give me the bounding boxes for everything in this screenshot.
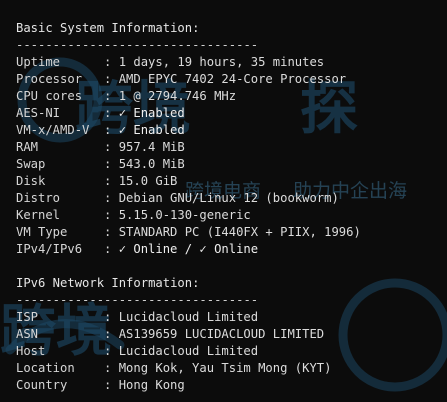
info-label: Uptime — [16, 55, 61, 69]
info-row-kernel: Kernel: 5.15.0-130-generic — [16, 207, 361, 224]
separator: : — [104, 344, 119, 358]
info-row-swap: Swap: 543.0 MiB — [16, 156, 361, 173]
info-label: AES-NI — [16, 106, 61, 120]
info-row-ram: RAM: 957.4 MiB — [16, 139, 361, 156]
info-row-asn: ASN: AS139659 LUCIDACLOUD LIMITED — [16, 326, 361, 343]
info-value: 1 days, 19 hours, 35 minutes — [118, 55, 325, 69]
info-value: ✓ Online / ✓ Online — [118, 242, 259, 256]
info-label: Processor — [16, 72, 83, 86]
separator: : — [104, 361, 119, 375]
section-title-basic: Basic System Information: — [16, 21, 200, 35]
info-value: 15.0 GiB — [118, 174, 178, 188]
info-label: Swap — [16, 157, 46, 171]
separator: : — [104, 225, 119, 239]
info-label: ISP — [16, 310, 39, 324]
info-value: Debian GNU/Linux 12 (bookworm) — [118, 191, 339, 205]
separator: : — [104, 191, 119, 205]
info-row-host: Host: Lucidacloud Limited — [16, 343, 361, 360]
separator: : — [104, 106, 119, 120]
info-label: Distro — [16, 191, 61, 205]
info-value: 957.4 MiB — [118, 140, 185, 154]
info-row-cpu-cores: CPU cores: 1 @ 2794.746 MHz — [16, 88, 361, 105]
separator: : — [104, 378, 119, 392]
separator: : — [104, 55, 119, 69]
info-label: Country — [16, 378, 68, 392]
separator: : — [104, 174, 119, 188]
info-label: CPU cores — [16, 89, 83, 103]
info-value: ✓ Enabled — [118, 123, 185, 137]
info-value: Lucidacloud Limited — [118, 344, 259, 358]
info-row-isp: ISP: Lucidacloud Limited — [16, 309, 361, 326]
separator: : — [104, 89, 119, 103]
info-value: STANDARD PC (I440FX + PIIX, 1996) — [118, 225, 361, 239]
info-row-vm-type: VM Type: STANDARD PC (I440FX + PIIX, 199… — [16, 224, 361, 241]
info-row-aes-ni: AES-NI: ✓ Enabled — [16, 105, 361, 122]
info-label: Host — [16, 344, 46, 358]
info-value: AMD EPYC 7402 24-Core Processor — [118, 72, 347, 86]
info-label: VM Type — [16, 225, 68, 239]
terminal-output: Basic System Information: --------------… — [16, 20, 361, 394]
info-label: RAM — [16, 140, 39, 154]
info-row-uptime: Uptime: 1 days, 19 hours, 35 minutes — [16, 54, 361, 71]
terminal-window: 跨境 探 跨境 跨境电商 助力中企出海 Basic System Informa… — [0, 0, 447, 402]
info-label: ASN — [16, 327, 39, 341]
separator: : — [104, 123, 119, 137]
section-title-network: IPv6 Network Information: — [16, 276, 200, 290]
separator: : — [104, 72, 119, 86]
info-label: Kernel — [16, 208, 61, 222]
separator: : — [104, 242, 119, 256]
info-value: ✓ Enabled — [118, 106, 185, 120]
separator: : — [104, 140, 119, 154]
info-row-vm-x: VM-x/AMD-V: ✓ Enabled — [16, 122, 361, 139]
info-row-disk: Disk: 15.0 GiB — [16, 173, 361, 190]
info-label: Location — [16, 361, 75, 375]
separator: : — [104, 157, 119, 171]
info-row-location: Location: Mong Kok, Yau Tsim Mong (KYT) — [16, 360, 361, 377]
info-value: Lucidacloud Limited — [118, 310, 259, 324]
divider: --------------------------------- — [16, 38, 259, 52]
separator: : — [104, 327, 119, 341]
info-value: Hong Kong — [118, 378, 185, 392]
info-label: VM-x/AMD-V — [16, 123, 90, 137]
info-row-ipv4-ipv6: IPv4/IPv6: ✓ Online / ✓ Online — [16, 241, 361, 258]
info-value: 543.0 MiB — [118, 157, 185, 171]
info-value: AS139659 LUCIDACLOUD LIMITED — [118, 327, 325, 341]
info-row-distro: Distro: Debian GNU/Linux 12 (bookworm) — [16, 190, 361, 207]
separator: : — [104, 310, 119, 324]
info-label: Disk — [16, 174, 46, 188]
info-value: 5.15.0-130-generic — [118, 208, 251, 222]
info-value: 1 @ 2794.746 MHz — [118, 89, 237, 103]
info-value: Mong Kok, Yau Tsim Mong (KYT) — [118, 361, 332, 375]
info-row-country: Country: Hong Kong — [16, 377, 361, 394]
info-label: IPv4/IPv6 — [16, 242, 83, 256]
separator: : — [104, 208, 119, 222]
divider: --------------------------------- — [16, 293, 259, 307]
info-row-processor: Processor: AMD EPYC 7402 24-Core Process… — [16, 71, 361, 88]
